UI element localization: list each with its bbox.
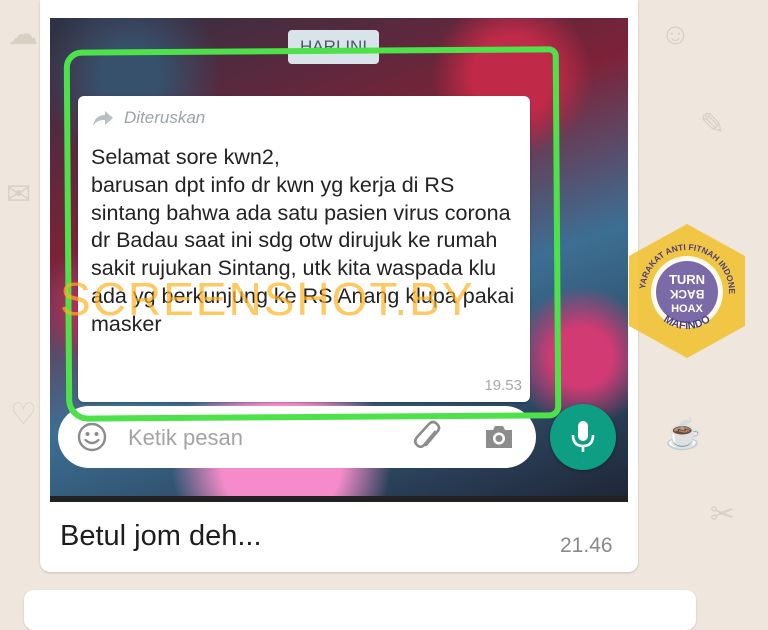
- voice-message-button[interactable]: [550, 404, 616, 470]
- badge-center-line2: BACK: [669, 287, 704, 301]
- wallpaper-doodle: ✎: [700, 108, 726, 141]
- turnbackhoax-mafindo-badge: MASYARAKAT ANTI FITNAH INDONESIA MAFINDO…: [625, 222, 745, 358]
- camera-icon[interactable]: [483, 423, 515, 451]
- emoji-icon[interactable]: [76, 421, 108, 453]
- message-timestamp: 21.46: [560, 534, 613, 557]
- screenshot-bottom-edge: [50, 496, 628, 502]
- next-message-bubble[interactable]: [24, 590, 696, 630]
- wallpaper-doodle: ☕: [665, 418, 703, 451]
- badge-center-line1: TURN: [669, 272, 705, 287]
- wallpaper-doodle: ☁: [8, 18, 38, 51]
- green-highlight-outline: [63, 46, 562, 422]
- wallpaper-doodle: ☺: [660, 18, 691, 51]
- wallpaper-doodle: ✉: [6, 178, 32, 211]
- paperclip-icon[interactable]: [413, 420, 443, 454]
- wallpaper-doodle: ♡: [10, 398, 37, 431]
- message-caption-text: Betul jom deh...: [60, 520, 262, 552]
- watermark-text: SCREENSHOT.BY: [60, 273, 475, 325]
- message-input-placeholder[interactable]: Ketik pesan: [128, 425, 243, 451]
- wallpaper-doodle: ✂: [710, 498, 736, 531]
- microphone-icon: [571, 421, 595, 452]
- badge-center-line3: HOAX: [671, 303, 703, 315]
